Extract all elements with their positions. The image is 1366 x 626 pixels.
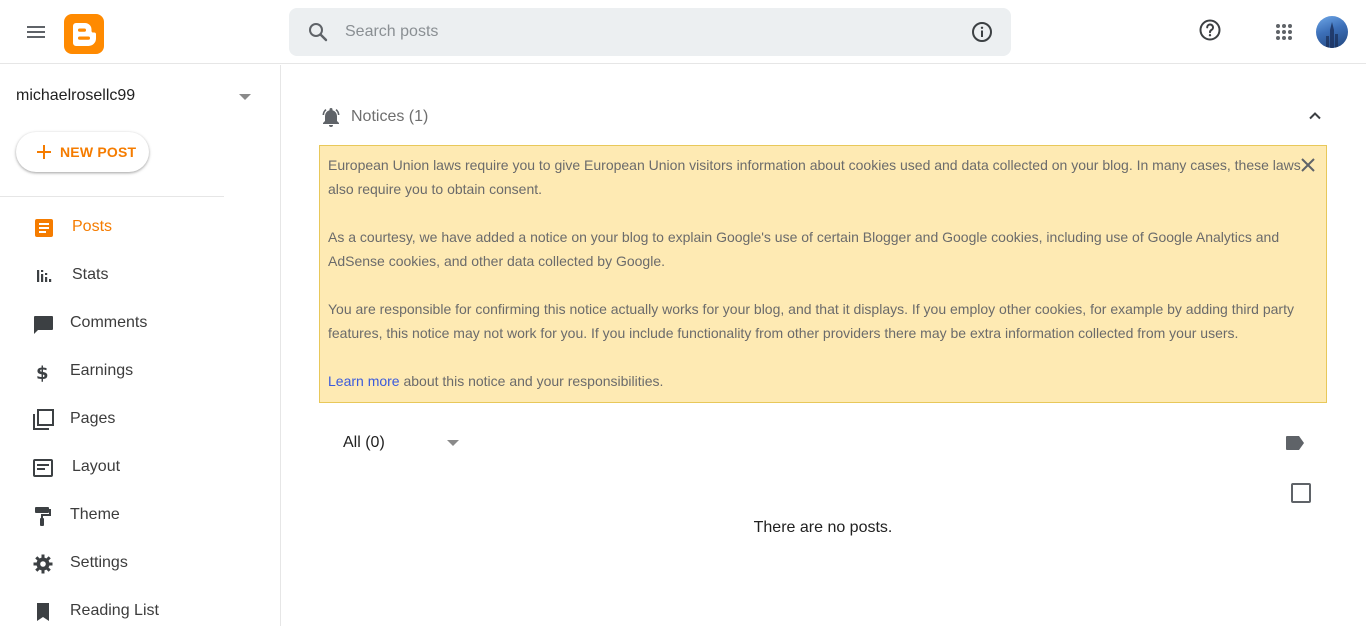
comments-icon xyxy=(31,312,55,336)
notice-paragraph: You are responsible for confirming this … xyxy=(328,301,1294,341)
post-filter-dropdown[interactable]: All (0) xyxy=(343,430,473,456)
new-post-button[interactable]: NEW POST xyxy=(16,132,149,172)
sidebar-item-comments[interactable]: Comments xyxy=(0,300,280,348)
blog-selector[interactable]: michaelrosellc99 xyxy=(16,83,256,109)
empty-state-message: There are no posts. xyxy=(753,519,893,536)
notice-paragraph: European Union laws require you to give … xyxy=(328,157,1301,197)
search-icon[interactable] xyxy=(306,20,330,44)
caret-down-icon xyxy=(447,440,459,446)
close-icon[interactable] xyxy=(1296,153,1320,177)
sidebar-item-posts[interactable]: Posts xyxy=(0,204,280,252)
pages-icon xyxy=(31,408,55,432)
sidebar-item-reading-list[interactable]: Reading List xyxy=(0,588,280,626)
notices-title: Notices (1) xyxy=(351,108,429,125)
plus-icon xyxy=(34,142,54,162)
eu-cookie-notice: European Union laws require you to give … xyxy=(319,145,1327,403)
sidebar-item-label: Comments xyxy=(70,314,148,331)
search-input[interactable] xyxy=(345,8,945,56)
bell-icon xyxy=(319,105,343,129)
sidebar-item-label: Posts xyxy=(72,218,113,235)
bookmark-icon xyxy=(31,600,55,624)
sidebar-item-label: Theme xyxy=(70,506,120,523)
notices-header[interactable]: Notices (1) xyxy=(319,104,1327,130)
info-icon[interactable] xyxy=(970,20,994,44)
filter-label: All (0) xyxy=(343,434,385,451)
sidebar-divider xyxy=(0,196,224,197)
caret-down-icon xyxy=(239,94,251,100)
sidebar-item-label: Layout xyxy=(72,458,121,475)
search-bar xyxy=(289,8,1011,56)
layout-icon xyxy=(31,456,55,480)
sidebar-item-pages[interactable]: Pages xyxy=(0,396,280,444)
sidebar-item-label: Settings xyxy=(70,554,128,571)
sidebar-item-earnings[interactable]: $ Earnings xyxy=(0,348,280,396)
help-icon[interactable] xyxy=(1198,18,1222,42)
posts-icon xyxy=(32,216,56,240)
menu-icon[interactable] xyxy=(24,20,48,44)
stats-icon xyxy=(31,264,55,288)
sidebar-item-settings[interactable]: Settings xyxy=(0,540,280,588)
sidebar-item-theme[interactable]: Theme xyxy=(0,492,280,540)
sidebar-item-label: Stats xyxy=(72,266,109,283)
gear-icon xyxy=(31,552,55,576)
select-all-checkbox[interactable] xyxy=(1291,483,1311,503)
label-icon[interactable] xyxy=(1283,431,1307,455)
chevron-up-icon[interactable] xyxy=(1303,104,1327,128)
apps-grid-icon[interactable] xyxy=(1272,20,1296,44)
notice-paragraph-tail: about this notice and your responsibilit… xyxy=(399,373,664,389)
notice-paragraph: As a courtesy, we have added a notice on… xyxy=(328,229,1280,269)
account-avatar[interactable] xyxy=(1316,16,1348,48)
sidebar: michaelrosellc99 NEW POST Posts Stats Co… xyxy=(0,65,281,626)
blogger-logo[interactable] xyxy=(64,14,104,54)
paint-roller-icon xyxy=(31,504,55,528)
learn-more-link[interactable]: Learn more xyxy=(328,373,400,389)
blog-name: michaelrosellc99 xyxy=(16,87,136,104)
dollar-icon: $ xyxy=(31,360,55,384)
sidebar-item-label: Earnings xyxy=(70,362,134,379)
sidebar-item-label: Pages xyxy=(70,410,116,427)
sidebar-item-layout[interactable]: Layout xyxy=(0,444,280,492)
sidebar-item-stats[interactable]: Stats xyxy=(0,252,280,300)
top-app-bar xyxy=(0,0,1366,64)
notice-paragraph: Learn more about this notice and your re… xyxy=(328,369,1303,393)
new-post-label: NEW POST xyxy=(60,144,137,160)
sidebar-item-label: Reading List xyxy=(70,602,159,619)
svg-text:$: $ xyxy=(36,363,49,384)
